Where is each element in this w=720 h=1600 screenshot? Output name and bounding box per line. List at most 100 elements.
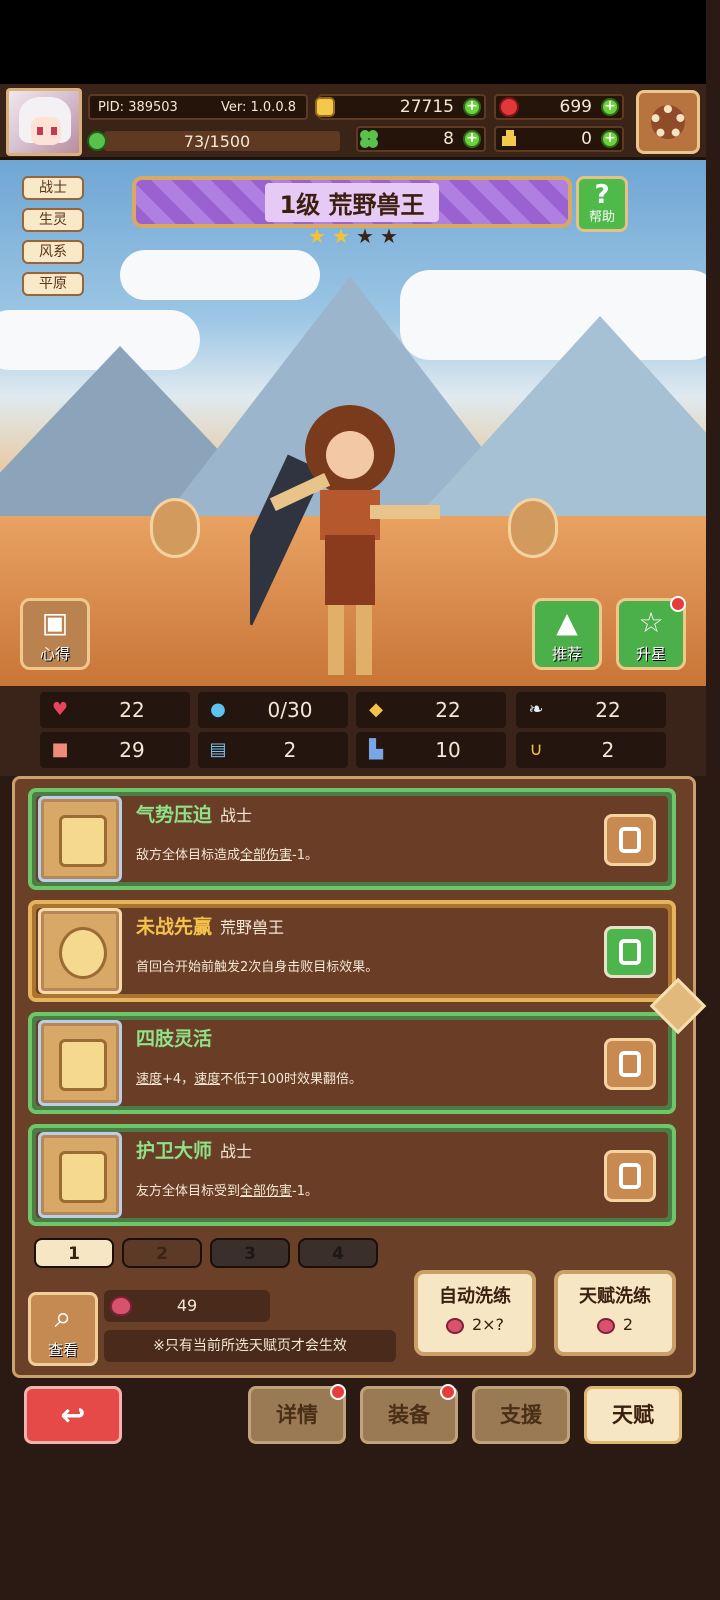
auto-wash-label: 自动洗练	[439, 1286, 511, 1307]
talent-icon-box	[38, 1020, 122, 1106]
desc-keyword[interactable]: 速度	[194, 1072, 220, 1087]
page-tab-1[interactable]: 1	[34, 1238, 114, 1268]
desc-keyword[interactable]: 速度	[136, 1072, 162, 1087]
hero-title: 1级 荒野兽王	[265, 182, 439, 222]
stat-evasion: ❧ 22	[516, 692, 666, 728]
shield-emblem-icon	[59, 1151, 107, 1203]
help-label: 帮助	[588, 210, 615, 225]
upgrade-star-label: 升星	[635, 645, 666, 663]
view-label: 查看	[47, 1341, 78, 1359]
back-button[interactable]: ↩	[24, 1386, 122, 1444]
stat-value: 22	[435, 698, 461, 722]
page-tab-4[interactable]: 4	[298, 1238, 378, 1268]
tag-warrior[interactable]: 战士	[22, 176, 84, 200]
view-button[interactable]: ⌕ 查看	[28, 1292, 98, 1366]
page-tab-2[interactable]: 2	[122, 1238, 202, 1268]
star-rating: ★ ★ ★ ★	[306, 226, 400, 246]
clover-gem-icon	[87, 131, 107, 151]
red-gem-icon	[499, 97, 519, 117]
talent-wash-cost-value: 2	[622, 1315, 634, 1334]
fruit-count: 49	[176, 1296, 198, 1315]
auto-wash-button[interactable]: 自动洗练 2×?	[414, 1270, 536, 1356]
boot-icon: ▙	[369, 739, 383, 760]
talent-icon-box	[38, 796, 122, 882]
talent-wash-button[interactable]: 天赋洗练 2	[554, 1270, 676, 1356]
recommend-button[interactable]: ▲ 推荐	[532, 598, 602, 670]
tag-plain[interactable]: 平原	[22, 272, 84, 296]
magnifier-icon: ⌕	[54, 1300, 72, 1335]
add-clover-icon[interactable]: +	[463, 130, 481, 148]
talent-card[interactable]: 气势压迫 战士 敌方全体目标造成全部伤害-1。	[28, 788, 676, 890]
talent-card[interactable]: 护卫大师 战士 友方全体目标受到全部伤害-1。	[28, 1124, 676, 1226]
question-icon: ?	[594, 180, 610, 210]
add-gold-icon[interactable]: +	[463, 98, 481, 116]
notification-dot	[670, 596, 686, 612]
tag-wind[interactable]: 风系	[22, 240, 84, 264]
unlock-icon	[619, 1163, 641, 1189]
talent-card-inner	[36, 1020, 668, 1106]
hero-title-banner: 1级 荒野兽王	[132, 176, 572, 228]
talent-name-text: 护卫大师	[136, 1140, 213, 1162]
lock-button[interactable]	[604, 1150, 656, 1202]
desc-text: +4，	[162, 1072, 195, 1087]
desc-keyword[interactable]: 全部伤害	[240, 848, 292, 863]
star-filled-icon: ★	[332, 224, 350, 248]
notification-dot	[330, 1384, 346, 1400]
talent-card[interactable]: 未战先赢 荒野兽王 首回合开始前触发2次自身击败目标效果。	[28, 900, 676, 1002]
shield-emblem-icon	[59, 815, 107, 867]
avatar-eye	[51, 127, 57, 135]
add-key-icon[interactable]: +	[601, 130, 619, 148]
talent-wash-cost: 2	[558, 1312, 672, 1338]
stat-value: 2	[283, 738, 297, 762]
player-avatar[interactable]	[6, 88, 82, 156]
pid-version-box: PID: 389503 Ver: 1.0.0.8	[88, 94, 308, 120]
lock-button[interactable]	[604, 926, 656, 978]
add-gem-icon[interactable]: +	[601, 98, 619, 116]
hero-sprite	[250, 405, 440, 675]
desc-keyword[interactable]: 全部伤害	[240, 1184, 292, 1199]
fruit-icon	[596, 1317, 615, 1334]
mana-drop-icon: ●	[210, 699, 226, 720]
exp-text: 73/1500	[183, 131, 251, 151]
stat-defense: ◆ 22	[356, 692, 506, 728]
star-empty-icon: ★	[380, 224, 398, 248]
lock-button[interactable]	[604, 814, 656, 866]
avatar-eye	[37, 127, 43, 135]
nav-talent[interactable]: 天赋	[584, 1386, 682, 1444]
unlock-icon	[619, 1051, 641, 1077]
stat-hp: ♥ 22	[40, 692, 190, 728]
next-hero-button[interactable]	[508, 498, 558, 558]
nav-support[interactable]: 支援	[472, 1386, 570, 1444]
stat-value: 22	[595, 698, 621, 722]
wing-icon: ❧	[528, 699, 544, 720]
unlock-icon	[619, 827, 641, 853]
thumbs-up-icon: ▲	[556, 606, 578, 639]
page-tab-3[interactable]: 3	[210, 1238, 290, 1268]
lock-button[interactable]	[604, 1038, 656, 1090]
talent-icon-box	[38, 1132, 122, 1218]
settings-button[interactable]	[636, 90, 700, 154]
desc-text: 不低于100时效果翻倍。	[220, 1072, 363, 1087]
stat-value: 22	[119, 698, 145, 722]
talent-name-text: 未战先赢	[136, 916, 213, 938]
help-button[interactable]: ? 帮助	[576, 176, 628, 232]
talent-desc: 速度+4，速度不低于100时效果翻倍。	[136, 1068, 362, 1087]
talent-card[interactable]: 四肢灵活 速度+4，速度不低于100时效果翻倍。	[28, 1012, 676, 1114]
notification-dot	[440, 1384, 456, 1400]
tag-creature[interactable]: 生灵	[22, 208, 84, 232]
stat-value: 0/30	[267, 698, 313, 722]
desc-text: -1。	[292, 1184, 318, 1199]
stat-magic: ▤ 2	[198, 732, 348, 768]
talent-card-inner	[36, 1132, 668, 1218]
hint-text: ※只有当前所选天赋页才会生效	[104, 1330, 396, 1362]
talent-card-inner	[36, 908, 668, 994]
stat-value: 29	[119, 738, 145, 762]
desc-text: -1。	[292, 848, 318, 863]
stat-value: 2	[601, 738, 615, 762]
insight-button[interactable]: ▣ 心得	[20, 598, 90, 670]
stat-luck: ∪ 2	[516, 732, 666, 768]
prev-hero-button[interactable]	[150, 498, 200, 558]
desc-text: 首回合开始前触发2次自身击败目标效果。	[136, 960, 379, 975]
horseshoe-icon: ∪	[529, 739, 543, 760]
fruit-icon	[110, 1296, 132, 1316]
